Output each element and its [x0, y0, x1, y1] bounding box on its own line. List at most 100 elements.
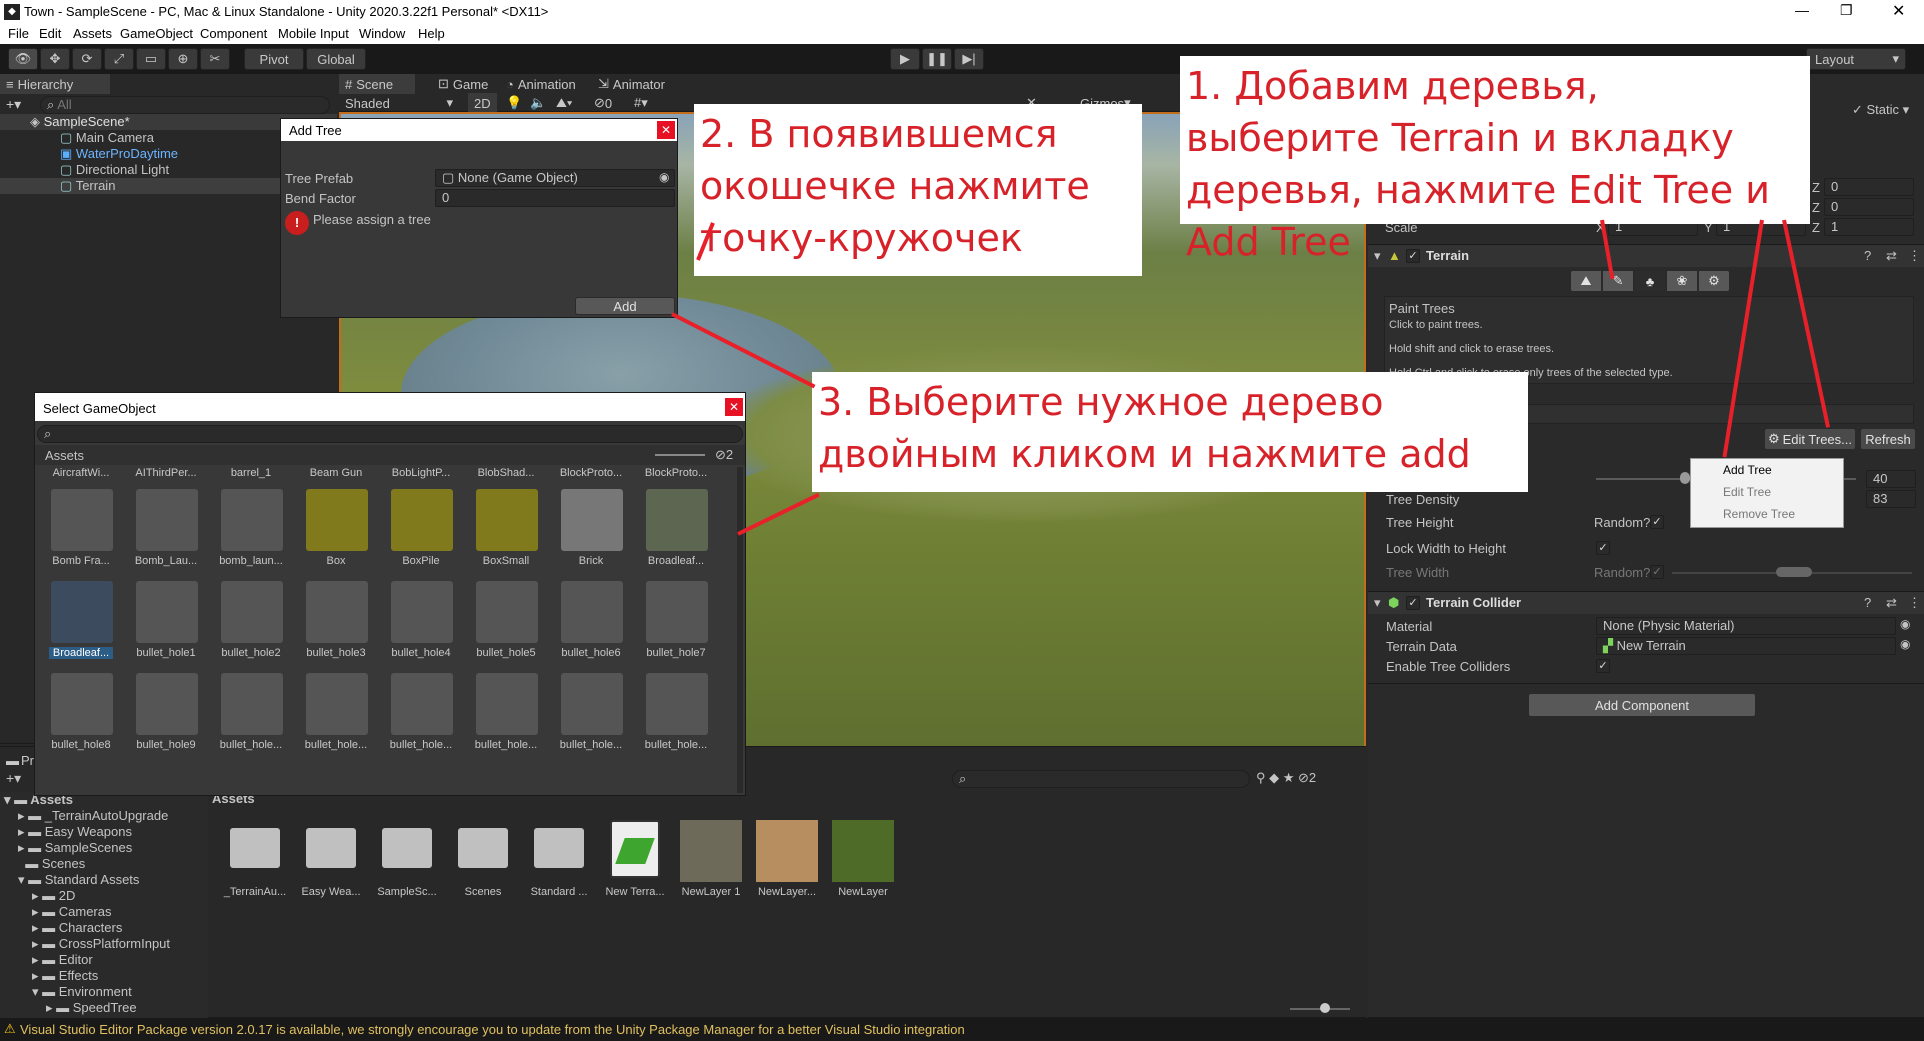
tab-scene[interactable]: # Scene — [339, 74, 415, 94]
collider-enabled-checkbox[interactable]: ✓ — [1406, 596, 1420, 610]
raise-terrain-tab[interactable]: ⛰ — [1570, 270, 1602, 292]
edit-trees-button[interactable]: ⚙ Edit Trees... — [1764, 428, 1856, 450]
hierarchy-item-light[interactable]: ▢ Directional Light — [60, 162, 169, 178]
asset-folder-icon[interactable] — [458, 828, 508, 868]
tree-folder[interactable]: ▾ ▬ Standard Assets — [18, 872, 139, 888]
zoom-slider-handle[interactable] — [1320, 1003, 1330, 1013]
menu-help[interactable]: Help — [418, 26, 445, 41]
asset-thumb[interactable] — [476, 673, 538, 735]
add-button[interactable]: Add — [575, 297, 675, 315]
play-button[interactable]: ▶ — [890, 48, 920, 70]
terrain-enabled-checkbox[interactable]: ✓ — [1406, 249, 1420, 263]
tab-animation[interactable]: ◔ Animation — [500, 74, 582, 94]
asset-thumb[interactable] — [136, 489, 198, 551]
asset-folder-icon[interactable] — [534, 828, 584, 868]
select-assets-tab[interactable]: Assets ⊘2 — [35, 445, 745, 465]
hierarchy-item-main-camera[interactable]: ▢ Main Camera — [60, 130, 154, 146]
tree-folder[interactable]: ▸ ▬ _TerrainAutoUpgrade — [18, 808, 168, 824]
asset-thumb[interactable] — [561, 581, 623, 643]
project-search[interactable]: ⌕ — [952, 770, 1250, 788]
scale-z-field[interactable]: 1 — [1824, 218, 1914, 236]
help-icon[interactable]: ? — [1864, 595, 1871, 610]
broadleaf-selected-thumb[interactable] — [51, 581, 113, 643]
grid-toggle[interactable]: #▾ — [628, 93, 654, 113]
transform-rot-z[interactable]: 0 — [1824, 198, 1914, 216]
status-message[interactable]: Visual Studio Editor Package version 2.0… — [20, 1022, 1720, 1037]
asset-thumb[interactable] — [561, 673, 623, 735]
asset-folder-icon[interactable] — [306, 828, 356, 868]
asset-folder-icon[interactable] — [230, 828, 280, 868]
asset-thumb[interactable] — [306, 581, 368, 643]
close-icon[interactable]: ✕ — [725, 398, 743, 416]
object-picker-icon[interactable]: ◉ — [659, 170, 669, 184]
transform-pos-z[interactable]: 0 — [1824, 178, 1914, 196]
asset-thumb[interactable] — [476, 489, 538, 551]
tree-folder[interactable]: ▸ ▬ Effects — [32, 968, 98, 984]
paint-details-tab[interactable]: ❀ — [1666, 270, 1698, 292]
inspector-static-toggle[interactable]: ✓ Static ▾ — [1852, 102, 1909, 118]
tree-folder[interactable]: ▸ ▬ Editor — [32, 952, 93, 968]
view-tool-button[interactable]: 👁 — [8, 48, 38, 70]
terrain-settings-tab[interactable]: ⚙ — [1698, 270, 1730, 292]
asset-thumb[interactable] — [391, 673, 453, 735]
broadleaf-thumb[interactable] — [646, 489, 708, 551]
project-add-button[interactable]: +▾ — [6, 770, 21, 787]
pivot-toggle[interactable]: Pivot — [244, 48, 304, 70]
asset-thumb[interactable] — [136, 673, 198, 735]
asset-thumb[interactable] — [391, 489, 453, 551]
select-scrollbar[interactable] — [737, 467, 743, 793]
tree-folder[interactable]: ▸ ▬ CrossPlatformInput — [32, 936, 170, 952]
tab-hierarchy[interactable]: ≡ Hierarchy — [0, 74, 110, 94]
more-icon[interactable]: ⋮ — [1908, 595, 1921, 611]
hierarchy-add-button[interactable]: +▾ — [6, 96, 21, 113]
menu-gameobject[interactable]: GameObject — [120, 26, 193, 41]
hierarchy-search[interactable]: ⌕ All — [40, 96, 330, 114]
paint-texture-tab[interactable]: ✎ — [1602, 270, 1634, 292]
rotate-tool-button[interactable]: ⟳ — [72, 48, 102, 70]
asset-thumb[interactable] — [306, 673, 368, 735]
menu-edit[interactable]: Edit — [39, 26, 61, 41]
step-button[interactable]: ▶| — [954, 48, 984, 70]
menu-add-tree[interactable]: Add Tree — [1723, 463, 1772, 477]
refresh-button[interactable]: Refresh — [1860, 428, 1916, 450]
asset-thumb[interactable] — [221, 581, 283, 643]
tree-folder[interactable]: ▸ ▬ SampleScenes — [18, 840, 132, 856]
bend-factor-field[interactable]: 0 — [435, 189, 675, 207]
menu-file[interactable]: File — [8, 26, 29, 41]
tree-folder[interactable]: ▸ ▬ 2D — [32, 888, 75, 904]
tree-folder[interactable]: ▸ ▬ Characters — [32, 920, 122, 936]
tree-prefab-field[interactable]: ▢ None (Game Object) — [435, 169, 675, 187]
enable-colliders-checkbox[interactable]: ✓ — [1596, 659, 1610, 673]
close-icon[interactable]: ✕ — [1892, 1, 1905, 21]
select-search[interactable]: ⌕ — [37, 425, 743, 443]
move-tool-button[interactable]: ✥ — [40, 48, 70, 70]
asset-thumb[interactable] — [646, 581, 708, 643]
tree-folder[interactable]: ▬ Scenes — [18, 856, 85, 872]
lock-width-checkbox[interactable]: ✓ — [1596, 541, 1610, 555]
restore-icon[interactable]: ❐ — [1840, 2, 1853, 19]
menu-window[interactable]: Window — [359, 26, 405, 41]
tab-animator[interactable]: ⇲ Animator — [592, 74, 671, 94]
transform-tool-button[interactable]: ⊕ — [168, 48, 198, 70]
asset-thumb[interactable] — [306, 489, 368, 551]
terrain-collider-header[interactable]: ▾ ⬢ ✓ Terrain Collider ? ⇄ ⋮ — [1368, 592, 1924, 614]
minimize-icon[interactable]: — — [1795, 2, 1809, 18]
close-icon[interactable]: ✕ — [657, 121, 675, 139]
audio-toggle[interactable]: 🔈 — [524, 93, 552, 113]
scale-tool-button[interactable]: ⤢ — [104, 48, 134, 70]
terrain-data-field[interactable]: ▞ New Terrain — [1596, 637, 1896, 655]
rect-tool-button[interactable]: ▭ — [136, 48, 166, 70]
menu-mobile-input[interactable]: Mobile Input — [278, 26, 349, 41]
paint-trees-tab[interactable]: ♣ — [1634, 270, 1666, 292]
tree-folder[interactable]: ▾ ▬ Environment — [32, 984, 132, 1000]
tree-folder[interactable]: ▸ ▬ Cameras — [32, 904, 112, 920]
terrain-data-asset-icon[interactable] — [610, 820, 660, 878]
tab-game[interactable]: ⊡ Game — [432, 74, 494, 94]
project-filter-icons[interactable]: ⚲ ◆ ★ ⊘2 — [1256, 770, 1316, 786]
more-icon[interactable]: ⋮ — [1908, 248, 1921, 264]
settings-icon[interactable]: ⇄ — [1886, 595, 1897, 611]
terrain-layer-icon[interactable] — [680, 820, 742, 882]
global-toggle[interactable]: Global — [306, 48, 366, 70]
material-field[interactable]: None (Physic Material) — [1596, 617, 1896, 635]
asset-thumb[interactable] — [221, 673, 283, 735]
